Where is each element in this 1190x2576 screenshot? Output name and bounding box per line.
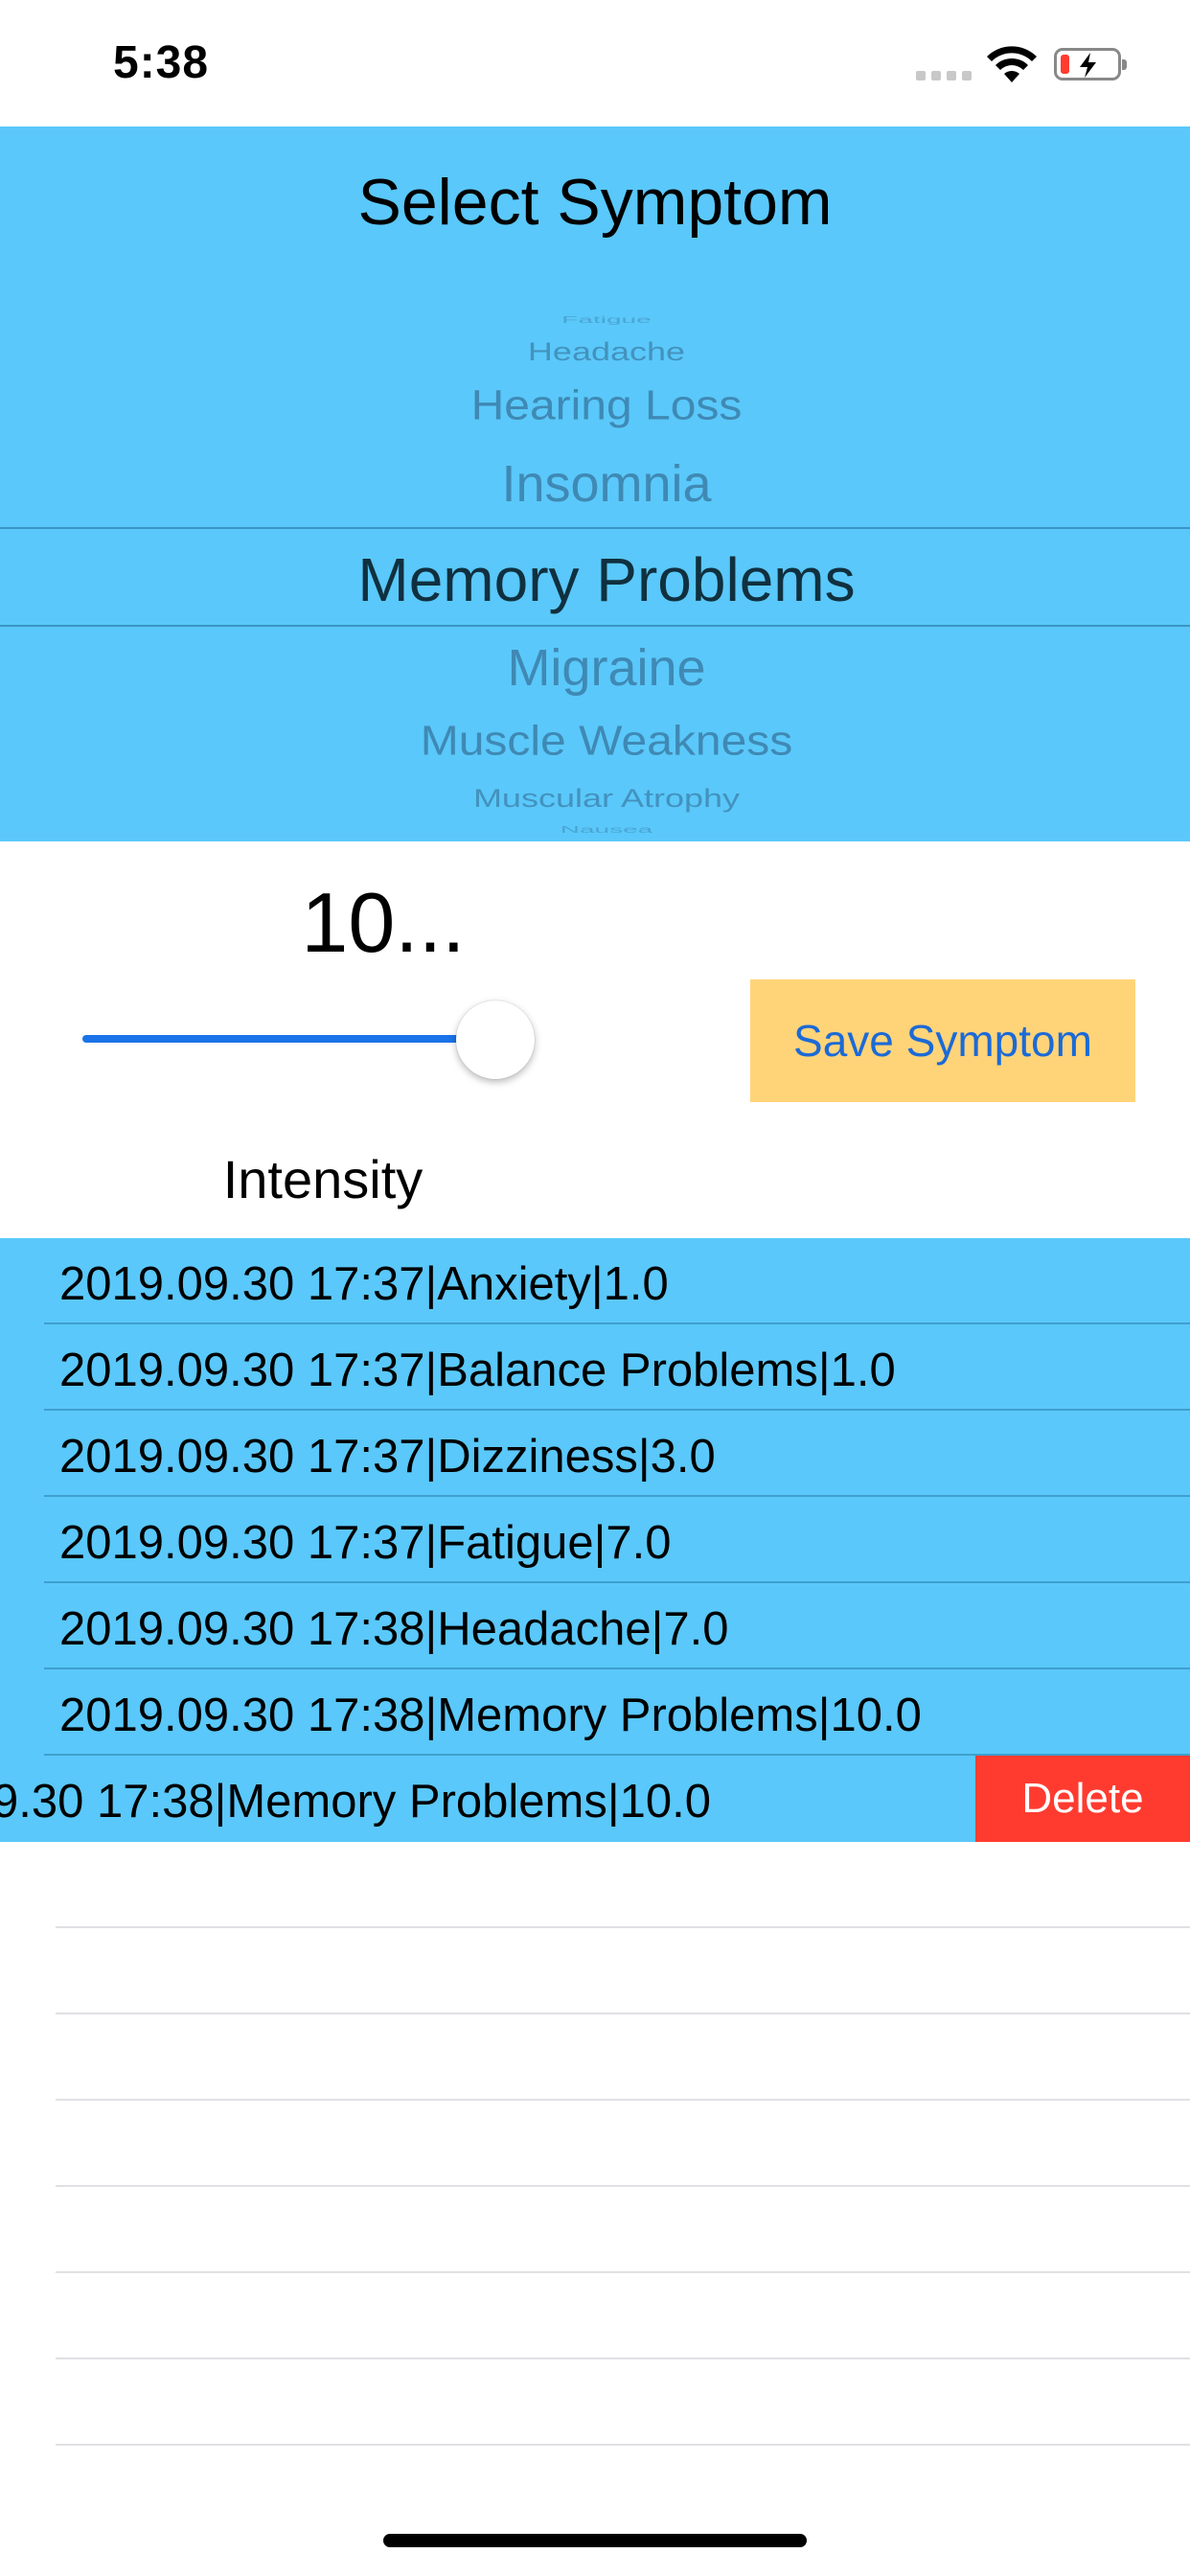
symptom-picker-section: Select Symptom Fatigue Headache Hearing … — [0, 126, 1190, 841]
empty-row — [0, 2187, 1190, 2273]
row-text: 2019.09.30 17:37|Anxiety|1.0 — [59, 1258, 669, 1310]
picker-item[interactable]: Nausea — [0, 824, 1190, 835]
table-row-swiped[interactable]: 9.30 17:38|Memory Problems|10.0 Delete — [0, 1756, 1190, 1842]
picker-item[interactable]: Migraine — [0, 638, 1190, 698]
picker-selected-item[interactable]: Memory Problems — [0, 544, 1190, 615]
table-row[interactable]: 2019.09.30 17:37|Balance Problems|1.0 — [0, 1324, 1190, 1411]
row-text: 2019.09.30 17:38|Headache|7.0 — [59, 1603, 729, 1655]
intensity-value: 10... — [301, 875, 466, 970]
row-text: 2019.09.30 17:37|Balance Problems|1.0 — [59, 1345, 896, 1396]
row-text: 2019.09.30 17:37|Dizziness|3.0 — [59, 1431, 716, 1483]
empty-row — [0, 2101, 1190, 2187]
save-symptom-button[interactable]: Save Symptom — [750, 979, 1135, 1102]
picker-item[interactable]: Fatigue — [0, 314, 1190, 325]
picker-title: Select Symptom — [357, 166, 833, 239]
empty-row — [0, 2014, 1190, 2101]
row-text: 2019.09.30 17:38|Memory Problems|10.0 — [59, 1690, 922, 1741]
row-text: 9.30 17:38|Memory Problems|10.0 — [0, 1776, 711, 1828]
status-time: 5:38 — [113, 37, 210, 88]
picker-item[interactable]: Muscular Atrophy — [0, 783, 1190, 814]
table-row[interactable]: 2019.09.30 17:38|Memory Problems|10.0 — [0, 1669, 1190, 1756]
slider-track-fill — [82, 1035, 494, 1043]
table-row[interactable]: 2019.09.30 17:37|Dizziness|3.0 — [0, 1411, 1190, 1497]
slider-thumb[interactable] — [456, 1000, 535, 1079]
table-row[interactable]: 2019.09.30 17:37|Fatigue|7.0 — [0, 1497, 1190, 1583]
empty-row — [0, 1842, 1190, 1928]
table-row[interactable]: 2019.09.30 17:37|Anxiety|1.0 — [0, 1238, 1190, 1324]
picker-item[interactable]: Insomnia — [0, 454, 1190, 514]
cellular-signal-icon — [916, 71, 972, 80]
picker-item[interactable]: Headache — [0, 336, 1190, 367]
empty-row — [0, 1928, 1190, 2014]
empty-row — [0, 2273, 1190, 2359]
delete-button[interactable]: Delete — [975, 1756, 1190, 1842]
battery-charging-icon — [1054, 48, 1127, 80]
picker-item[interactable]: Muscle Weakness — [0, 718, 1190, 766]
table-row[interactable]: 2019.09.30 17:38|Headache|7.0 — [0, 1583, 1190, 1669]
picker-item[interactable]: Hearing Loss — [0, 382, 1190, 430]
intensity-label: Intensity — [222, 1149, 423, 1209]
status-bar: 5:38 — [0, 0, 1190, 126]
wifi-icon — [987, 46, 1037, 82]
row-text: 2019.09.30 17:37|Fatigue|7.0 — [59, 1517, 672, 1569]
intensity-slider[interactable] — [82, 997, 542, 1083]
home-indicator[interactable] — [383, 2534, 807, 2547]
empty-row — [0, 2359, 1190, 2446]
symptom-log-table: 2019.09.30 17:37|Anxiety|1.0 2019.09.30 … — [0, 1238, 1190, 2576]
